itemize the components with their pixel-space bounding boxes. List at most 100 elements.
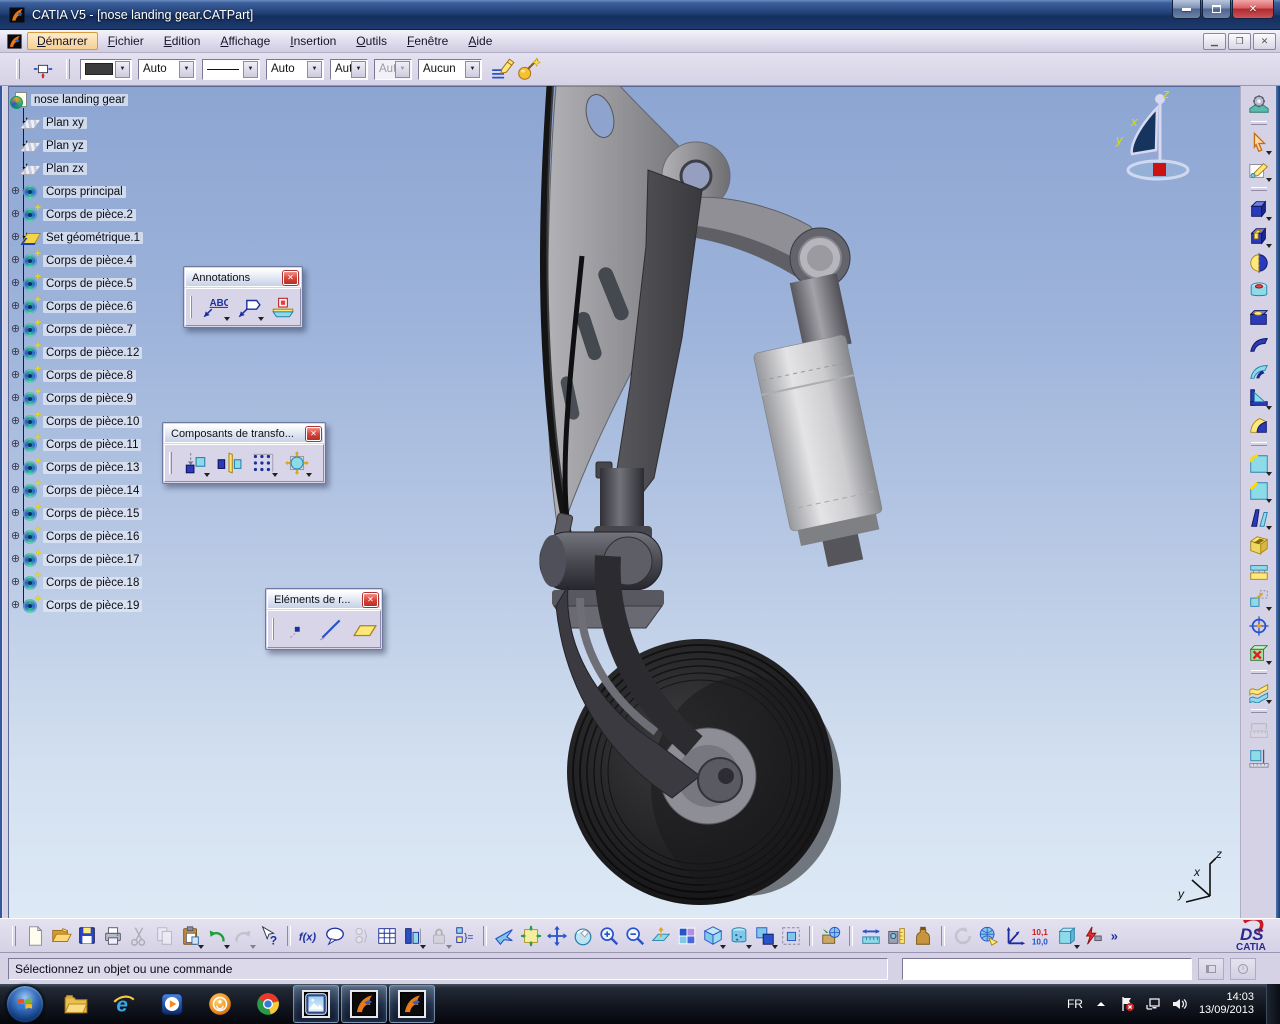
dialog-expand-button[interactable] xyxy=(1198,957,1224,980)
render-style-combo[interactable]: Aut ▼ xyxy=(374,58,412,80)
relations-icon[interactable] xyxy=(452,922,478,950)
line-icon[interactable] xyxy=(316,614,346,644)
mirror-icon[interactable] xyxy=(214,448,244,478)
taskbar-clock[interactable]: 14:03 13/09/2013 xyxy=(1199,991,1254,1017)
volume-icon[interactable] xyxy=(1054,922,1080,950)
expander-icon[interactable]: ⊕ xyxy=(9,185,22,198)
chevron-down-icon[interactable]: ▼ xyxy=(465,60,480,78)
measure-item-icon[interactable] xyxy=(884,922,910,950)
transformation-titlebar[interactable]: Composants de transfo... ✕ xyxy=(164,424,324,443)
chevron-down-icon[interactable]: ▼ xyxy=(179,60,194,78)
menu-insertion[interactable]: Insertion xyxy=(280,32,346,50)
expander-icon[interactable]: ⊕ xyxy=(9,484,22,497)
comment-icon[interactable] xyxy=(322,922,348,950)
expander-icon[interactable]: ⊕ xyxy=(9,438,22,451)
hidden-icons-arrow[interactable] xyxy=(1093,996,1109,1012)
chevron-down-icon[interactable]: ▼ xyxy=(243,60,258,78)
plane-icon[interactable] xyxy=(350,614,380,644)
expander-icon[interactable]: ⊕ xyxy=(9,369,22,382)
mdi-close-button[interactable]: ✕ xyxy=(1253,33,1276,50)
save-icon[interactable] xyxy=(74,922,100,950)
taskbar-media-player[interactable] xyxy=(149,985,195,1023)
expander-icon[interactable]: ⊕ xyxy=(9,277,22,290)
transparency-combo[interactable]: Auto ▼ xyxy=(138,58,196,80)
rib-icon[interactable] xyxy=(1246,330,1272,357)
tree-corps-9[interactable]: ⊕ + Corps de pièce.9 xyxy=(8,386,248,410)
parameters-icon[interactable] xyxy=(1028,922,1054,950)
whats-this-help-icon[interactable] xyxy=(256,922,282,950)
tree-corps-8[interactable]: ⊕ + Corps de pièce.8 xyxy=(8,363,248,387)
toolbar-grip[interactable] xyxy=(16,59,20,79)
design-table-icon[interactable] xyxy=(374,922,400,950)
chevron-down-icon[interactable]: ▼ xyxy=(351,60,366,78)
line-type-combo[interactable]: ▼ xyxy=(202,58,260,80)
tree-corps-2[interactable]: ⊕ + Corps de pièce.2 xyxy=(8,202,248,226)
new-icon[interactable] xyxy=(22,922,48,950)
expander-icon[interactable]: ⊕ xyxy=(9,323,22,336)
expander-icon[interactable]: ⊕ xyxy=(9,576,22,589)
chamfer-icon[interactable] xyxy=(1246,477,1272,504)
taskbar-photo-viewer[interactable] xyxy=(293,985,339,1023)
text-with-leader-icon[interactable] xyxy=(200,292,230,322)
formula-icon[interactable] xyxy=(296,922,322,950)
menu-affichage[interactable]: Affichage xyxy=(210,32,280,50)
part-design-workbench-icon[interactable] xyxy=(1246,90,1272,117)
sketcher-icon[interactable] xyxy=(1246,156,1272,183)
tree-corps-17[interactable]: ⊕ + Corps de pièce.17 xyxy=(8,547,248,571)
tree-corps-19[interactable]: ⊕ + Corps de pièce.19 xyxy=(8,593,248,617)
toolbar-grip[interactable] xyxy=(169,452,172,474)
menu-fenetre[interactable]: Fenêtre xyxy=(397,32,458,50)
annotations-titlebar[interactable]: Annotations ✕ xyxy=(185,268,301,287)
rotate-icon[interactable] xyxy=(570,922,596,950)
close-button[interactable]: ✕ xyxy=(1232,0,1274,19)
3d-compass[interactable]: z x y xyxy=(1108,88,1198,188)
measure-between-icon[interactable] xyxy=(1246,717,1272,744)
toolbar-grip[interactable] xyxy=(190,296,192,318)
tree-corps-18[interactable]: ⊕ + Corps de pièce.18 xyxy=(8,570,248,594)
expander-icon[interactable]: ⊕ xyxy=(9,553,22,566)
stiffener-icon[interactable] xyxy=(1246,384,1272,411)
tree-root-nose-landing-gear[interactable]: nose landing gear xyxy=(8,88,248,111)
mdi-restore-button[interactable]: ❐ xyxy=(1228,33,1251,50)
taskbar-windows-explorer[interactable] xyxy=(53,985,99,1023)
multi-sections-solid-icon[interactable] xyxy=(1246,411,1272,438)
tree-plan-zx[interactable]: ⊕ + Plan zx xyxy=(8,157,248,180)
render-style-icon[interactable] xyxy=(726,922,752,950)
fly-mode-icon[interactable] xyxy=(492,922,518,950)
3d-viewport[interactable]: nose landing gear ⊕ + Plan xy ⊕ + Plan y… xyxy=(8,86,1240,918)
edge-fillet-icon[interactable] xyxy=(1246,450,1272,477)
axis-system-icon[interactable] xyxy=(1002,922,1028,950)
thickness-icon[interactable] xyxy=(1246,558,1272,585)
isometric-view-icon[interactable] xyxy=(700,922,726,950)
volume-icon[interactable] xyxy=(1171,996,1187,1012)
knowledge-inspector-icon[interactable] xyxy=(348,922,374,950)
pad-icon[interactable] xyxy=(1246,195,1272,222)
sew-surface-icon[interactable] xyxy=(1246,678,1272,705)
electrical-icon[interactable] xyxy=(1080,922,1106,950)
hole-icon[interactable] xyxy=(1246,303,1272,330)
measure-between-icon[interactable] xyxy=(858,922,884,950)
close-icon[interactable]: ✕ xyxy=(283,270,298,285)
minimize-button[interactable] xyxy=(1172,0,1201,19)
annotations-toolbar[interactable]: Annotations ✕ xyxy=(183,266,303,328)
toolbar-grip[interactable] xyxy=(66,59,70,79)
selection-sets-icon[interactable] xyxy=(30,55,56,83)
rectangular-pattern-icon[interactable] xyxy=(248,448,278,478)
power-input-field[interactable] xyxy=(902,957,1192,980)
chevron-down-icon[interactable]: ▼ xyxy=(307,60,322,78)
remove-body-icon[interactable] xyxy=(1246,639,1272,666)
tree-plan-xy[interactable]: ⊕ + Plan xy xyxy=(8,111,248,134)
taskbar-groupwise[interactable] xyxy=(197,985,243,1023)
select-icon[interactable] xyxy=(1246,129,1272,156)
expander-icon[interactable]: ⊕ xyxy=(9,346,22,359)
fit-all-in-icon[interactable] xyxy=(518,922,544,950)
redo-icon[interactable] xyxy=(230,922,256,950)
graphic-properties-wizard-icon[interactable] xyxy=(516,55,542,83)
expander-icon[interactable]: ⊕ xyxy=(9,208,22,221)
update-all-icon[interactable] xyxy=(950,922,976,950)
multi-view-icon[interactable] xyxy=(674,922,700,950)
measure-item-icon[interactable] xyxy=(1246,744,1272,771)
draft-angle-icon[interactable] xyxy=(1246,504,1272,531)
start-button[interactable] xyxy=(6,985,44,1023)
tree-set-geometrique-1[interactable]: ⊕ + Set géométrique.1 xyxy=(8,226,248,249)
